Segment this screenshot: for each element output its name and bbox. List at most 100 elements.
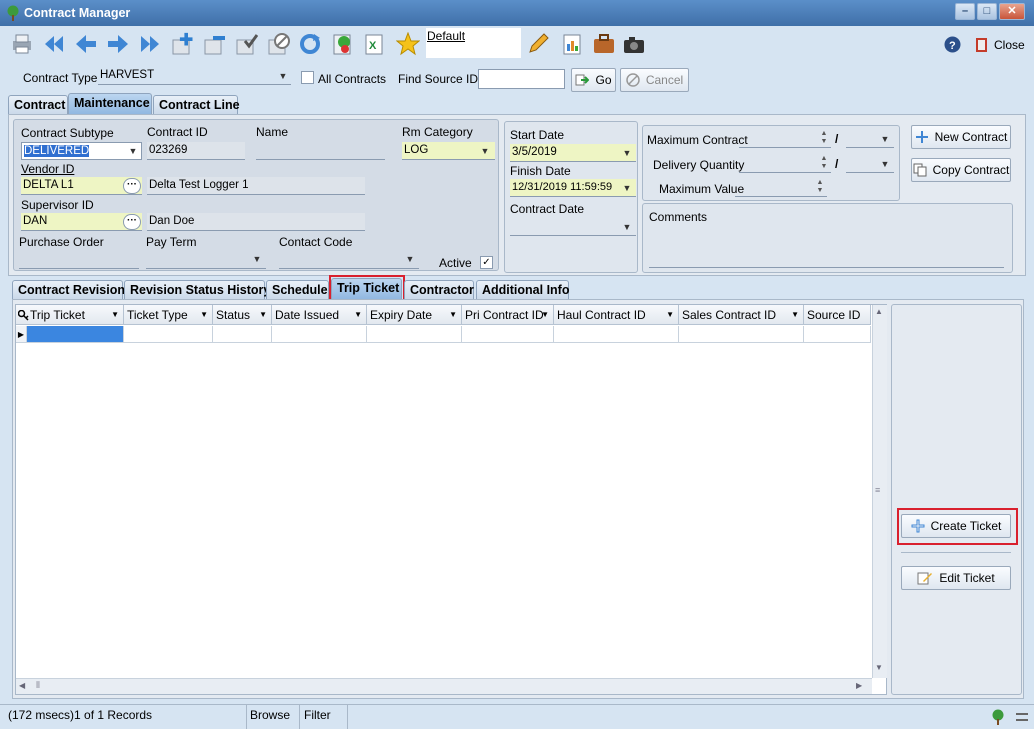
tab-contract-line[interactable]: Contract Line: [153, 95, 240, 115]
save-record-button[interactable]: [232, 30, 260, 58]
create-ticket-highlight: [897, 508, 1018, 545]
tab-schedule[interactable]: Schedule: [266, 280, 329, 300]
active-checkbox[interactable]: ✓: [480, 256, 493, 269]
delivery-qty-spinner[interactable]: ▲ ▼: [817, 155, 831, 173]
table-cell-pri-contract-id[interactable]: [462, 326, 554, 343]
tab-revision-status-history[interactable]: Revision Status History: [124, 280, 270, 300]
tab-contract[interactable]: Contract: [8, 95, 68, 115]
start-date-field[interactable]: 3/5/2019: [510, 144, 636, 162]
table-cell-ticket-type[interactable]: [124, 326, 213, 343]
table-cell-source-id[interactable]: [804, 326, 871, 343]
scroll-down-icon[interactable]: ▼: [875, 663, 883, 672]
scroll-right-icon[interactable]: ▶: [856, 681, 862, 690]
chevron-down-icon[interactable]: ▼: [877, 131, 893, 147]
chevron-down-icon[interactable]: ▼: [249, 251, 265, 267]
previous-record-button[interactable]: [72, 30, 100, 58]
report-button[interactable]: [558, 30, 586, 58]
vertical-scrollbar[interactable]: ▲ ≡ ▼: [872, 305, 887, 678]
table-cell-expiry-date[interactable]: [367, 326, 462, 343]
chevron-down-icon[interactable]: ▼: [877, 156, 893, 172]
tab-contract-revision[interactable]: Contract Revision: [12, 280, 125, 300]
table-cell-haul-contract-id[interactable]: [554, 326, 679, 343]
briefcase-button[interactable]: [590, 30, 618, 58]
contract-date-field[interactable]: [510, 218, 636, 236]
copy-contract-button[interactable]: Copy Contract: [911, 158, 1011, 182]
layout-default-box[interactable]: Default: [426, 28, 521, 58]
contract-subtype-select[interactable]: DELIVERED: [21, 142, 142, 160]
refresh-button[interactable]: [296, 30, 324, 58]
delete-record-button[interactable]: [200, 30, 228, 58]
new-contract-button[interactable]: New Contract: [911, 125, 1011, 149]
col-sales-contract-id[interactable]: Sales Contract ID ▼: [679, 305, 804, 325]
col-date-issued[interactable]: Date Issued ▼: [272, 305, 367, 325]
minimize-button[interactable]: –: [955, 3, 975, 20]
table-cell-sales-contract-id[interactable]: [679, 326, 804, 343]
finish-date-field[interactable]: 12/31/2019 11:59:59: [510, 179, 636, 197]
scroll-left-icon[interactable]: ◀: [19, 681, 25, 690]
close-button[interactable]: Close: [974, 35, 1025, 55]
svg-text:?: ?: [949, 40, 956, 52]
contract-id-field[interactable]: 023269: [147, 142, 245, 160]
table-cell-status[interactable]: [213, 326, 272, 343]
col-expiry-date[interactable]: Expiry Date ▼: [367, 305, 462, 325]
horizontal-scrollbar[interactable]: ◀ ⦀ ▶: [16, 678, 872, 694]
start-date-label: Start Date: [510, 128, 565, 142]
col-trip-ticket[interactable]: Trip Ticket ▼: [27, 305, 124, 325]
favorite-star-button[interactable]: [394, 30, 422, 58]
camera-button[interactable]: [620, 30, 648, 58]
max-contract-spinner[interactable]: ▲ ▼: [817, 130, 831, 148]
edit-ticket-label: Edit Ticket: [939, 571, 995, 585]
trip-ticket-grid[interactable]: Trip Ticket ▼ Ticket Type ▼ Status ▼ Date I…: [15, 304, 887, 695]
chevron-down-icon[interactable]: ▼: [619, 145, 635, 161]
table-cell-trip-ticket[interactable]: [27, 326, 124, 343]
contract-type-select[interactable]: HARVEST: [98, 67, 291, 85]
chevron-down-icon[interactable]: ▼: [477, 143, 493, 159]
pay-term-select[interactable]: [146, 251, 266, 269]
chevron-down-icon[interactable]: ▼: [619, 180, 635, 196]
edit-ticket-button[interactable]: Edit Ticket: [901, 566, 1011, 590]
comments-field[interactable]: [649, 250, 1004, 268]
first-record-button[interactable]: [40, 30, 68, 58]
excel-export-button[interactable]: X: [360, 30, 388, 58]
chevron-down-icon[interactable]: ▼: [125, 143, 141, 159]
table-cell-date-issued[interactable]: [272, 326, 367, 343]
all-contracts-checkbox[interactable]: [301, 71, 314, 84]
vendor-id-label[interactable]: Vendor ID: [21, 162, 74, 176]
col-pri-contract-id[interactable]: Pri Contract ID ▼: [462, 305, 554, 325]
finish-date-label: Finish Date: [510, 164, 571, 178]
settings-icon[interactable]: [1014, 709, 1030, 725]
cancel-edit-button[interactable]: [264, 30, 292, 58]
find-source-input[interactable]: [478, 69, 565, 89]
maximize-button[interactable]: □: [977, 3, 997, 20]
last-record-button[interactable]: [136, 30, 164, 58]
cancel-button[interactable]: Cancel: [620, 68, 689, 92]
scroll-up-icon[interactable]: ▲: [875, 307, 883, 316]
layout-default-link[interactable]: Default: [427, 29, 465, 43]
tab-contractor[interactable]: Contractor: [404, 280, 474, 300]
contract-subtype-label: Contract Subtype: [21, 126, 114, 140]
chevron-down-icon[interactable]: ▼: [619, 219, 635, 235]
window-close-button[interactable]: ✕: [999, 3, 1025, 20]
edit-pencil-button[interactable]: [524, 30, 552, 58]
go-button[interactable]: Go: [571, 68, 616, 92]
add-record-button[interactable]: [168, 30, 196, 58]
first-record-icon: [45, 36, 63, 52]
col-status[interactable]: Status ▼: [213, 305, 272, 325]
next-record-button[interactable]: [104, 30, 132, 58]
tab-maintenance[interactable]: Maintenance: [68, 93, 152, 115]
col-source-id[interactable]: Source ID: [804, 305, 871, 325]
help-icon[interactable]: ?: [944, 36, 961, 53]
print-button[interactable]: [8, 30, 36, 58]
chevron-down-icon[interactable]: ▼: [275, 68, 291, 84]
tab-additional-info[interactable]: Additional Info: [476, 280, 569, 300]
name-field[interactable]: [256, 142, 385, 160]
vendor-lookup-button[interactable]: ···: [123, 178, 141, 194]
contact-code-select[interactable]: [279, 251, 419, 269]
col-haul-contract-id[interactable]: Haul Contract ID ▼: [554, 305, 679, 325]
chevron-down-icon[interactable]: ▼: [402, 251, 418, 267]
max-value-spinner[interactable]: ▲ ▼: [813, 179, 827, 197]
col-ticket-type[interactable]: Ticket Type ▼: [124, 305, 213, 325]
supervisor-lookup-button[interactable]: ···: [123, 214, 141, 230]
import-button[interactable]: [328, 30, 356, 58]
purchase-order-field[interactable]: [19, 251, 139, 269]
